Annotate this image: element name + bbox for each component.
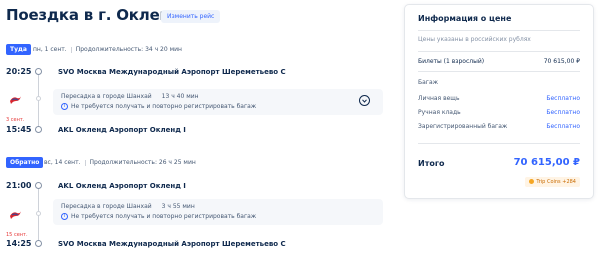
tickets-value: 70 615,00 ₽: [543, 58, 580, 65]
info-circle-icon: i: [61, 103, 68, 110]
outbound-arr-airport: AKL Окленд Аэропорт Окленд I: [58, 126, 186, 134]
inbound-dep-time: 21:00: [6, 181, 32, 190]
baggage-row: Личная вещь Бесплатно: [418, 95, 580, 102]
outbound-date: пн, 1 сент.: [33, 46, 67, 53]
inbound-arr-day: 15 сент.: [6, 232, 28, 238]
inbound-duration: Продолжительность: 26 ч 25 мин: [89, 159, 196, 166]
divider: [418, 30, 580, 31]
trip-coins-badge: Trip Coins +284: [525, 177, 580, 187]
inbound-dep-airport: AKL Окленд Аэропорт Окленд I: [58, 182, 186, 190]
tickets-row: Билеты (1 взрослый) 70 615,00 ₽: [418, 58, 580, 65]
outbound-layover-duration: 13 ч 40 мин: [161, 93, 199, 100]
timeline-dot: [35, 68, 42, 75]
itinerary: Поездка в г. Окленд Изменить рейс Туда п…: [0, 0, 395, 255]
total-label: Итого: [418, 159, 445, 168]
timeline-dot: [35, 126, 42, 133]
baggage-label: Личная вещь: [418, 95, 460, 102]
change-route-button[interactable]: Изменить рейс: [161, 10, 221, 23]
outbound-layover-note: Не требуется получать и повторно регистр…: [71, 103, 257, 110]
page-title: Поездка в г. Окленд: [6, 6, 182, 24]
inbound-date: вс, 14 сент.: [44, 159, 81, 166]
inbound-layover-note: Не требуется получать и повторно регистр…: [71, 213, 257, 220]
outbound-dep-time: 20:25: [6, 67, 32, 76]
inbound-layover: Пересадка в городе Шанхай 3 ч 55 мин i Не …: [53, 199, 383, 225]
trip-coins-text: Trip Coins +284: [536, 179, 576, 185]
baggage-header: Багаж: [418, 79, 439, 86]
info-circle-icon: i: [61, 213, 68, 220]
outbound-duration: Продолжительность: 34 ч 20 мин: [75, 46, 182, 53]
baggage-label: Ручная кладь: [418, 109, 461, 116]
outbound-badge: Туда: [6, 44, 31, 55]
inbound-layover-city: Пересадка в городе Шанхай: [61, 203, 152, 210]
china-eastern-logo-icon: [10, 96, 21, 104]
inbound-layover-duration: 3 ч 55 мин: [161, 203, 195, 210]
timeline-dot: [35, 182, 42, 189]
divider: [418, 51, 580, 52]
inbound-arr-airport: SVO Москва Международный Аэропорт Шереме…: [58, 240, 286, 248]
inbound-meta: вс, 14 сент. Продолжительность: 26 ч 25 м…: [44, 159, 196, 166]
outbound-layover-city: Пересадка в городе Шанхай: [61, 93, 152, 100]
outbound-arr-time: 15:45: [6, 125, 32, 134]
timeline-dot: [35, 240, 42, 247]
baggage-row: Ручная кладь Бесплатно: [418, 109, 580, 116]
outbound-arr-day: 3 сент.: [6, 117, 25, 123]
chevron-down-icon: [362, 99, 367, 103]
total-value: 70 615,00 ₽: [513, 157, 580, 168]
baggage-label: Зарегистрированный багаж: [418, 123, 508, 130]
outbound-dep-airport: SVO Москва Международный Аэропорт Шереме…: [58, 68, 286, 76]
outbound-layover: Пересадка в городе Шанхай 13 ч 40 мин i Не…: [53, 89, 383, 115]
trip-coins-icon: [529, 179, 535, 184]
inbound-arr-time: 14:25: [6, 239, 32, 248]
inbound-badge: Обратно: [6, 157, 44, 168]
tickets-label: Билеты (1 взрослый): [418, 58, 485, 65]
timeline-dot: [36, 211, 41, 216]
china-eastern-logo-icon: [10, 211, 21, 219]
baggage-value: Бесплатно: [546, 123, 580, 130]
baggage-value: Бесплатно: [546, 95, 580, 102]
currency-note: Цены указаны в российских рублях: [418, 36, 531, 43]
divider: [418, 71, 580, 72]
baggage-row: Зарегистрированный багаж Бесплатно: [418, 123, 580, 130]
baggage-value: Бесплатно: [546, 109, 580, 116]
timeline-dot: [36, 96, 41, 101]
outbound-meta: пн, 1 сент. Продолжительность: 34 ч 20 ми…: [33, 46, 182, 53]
price-panel-title: Информация о цене: [418, 14, 512, 23]
price-info-panel: Информация о цене Цены указаны в российс…: [404, 4, 594, 199]
divider: [418, 143, 580, 144]
outbound-expand-button[interactable]: [359, 95, 370, 106]
